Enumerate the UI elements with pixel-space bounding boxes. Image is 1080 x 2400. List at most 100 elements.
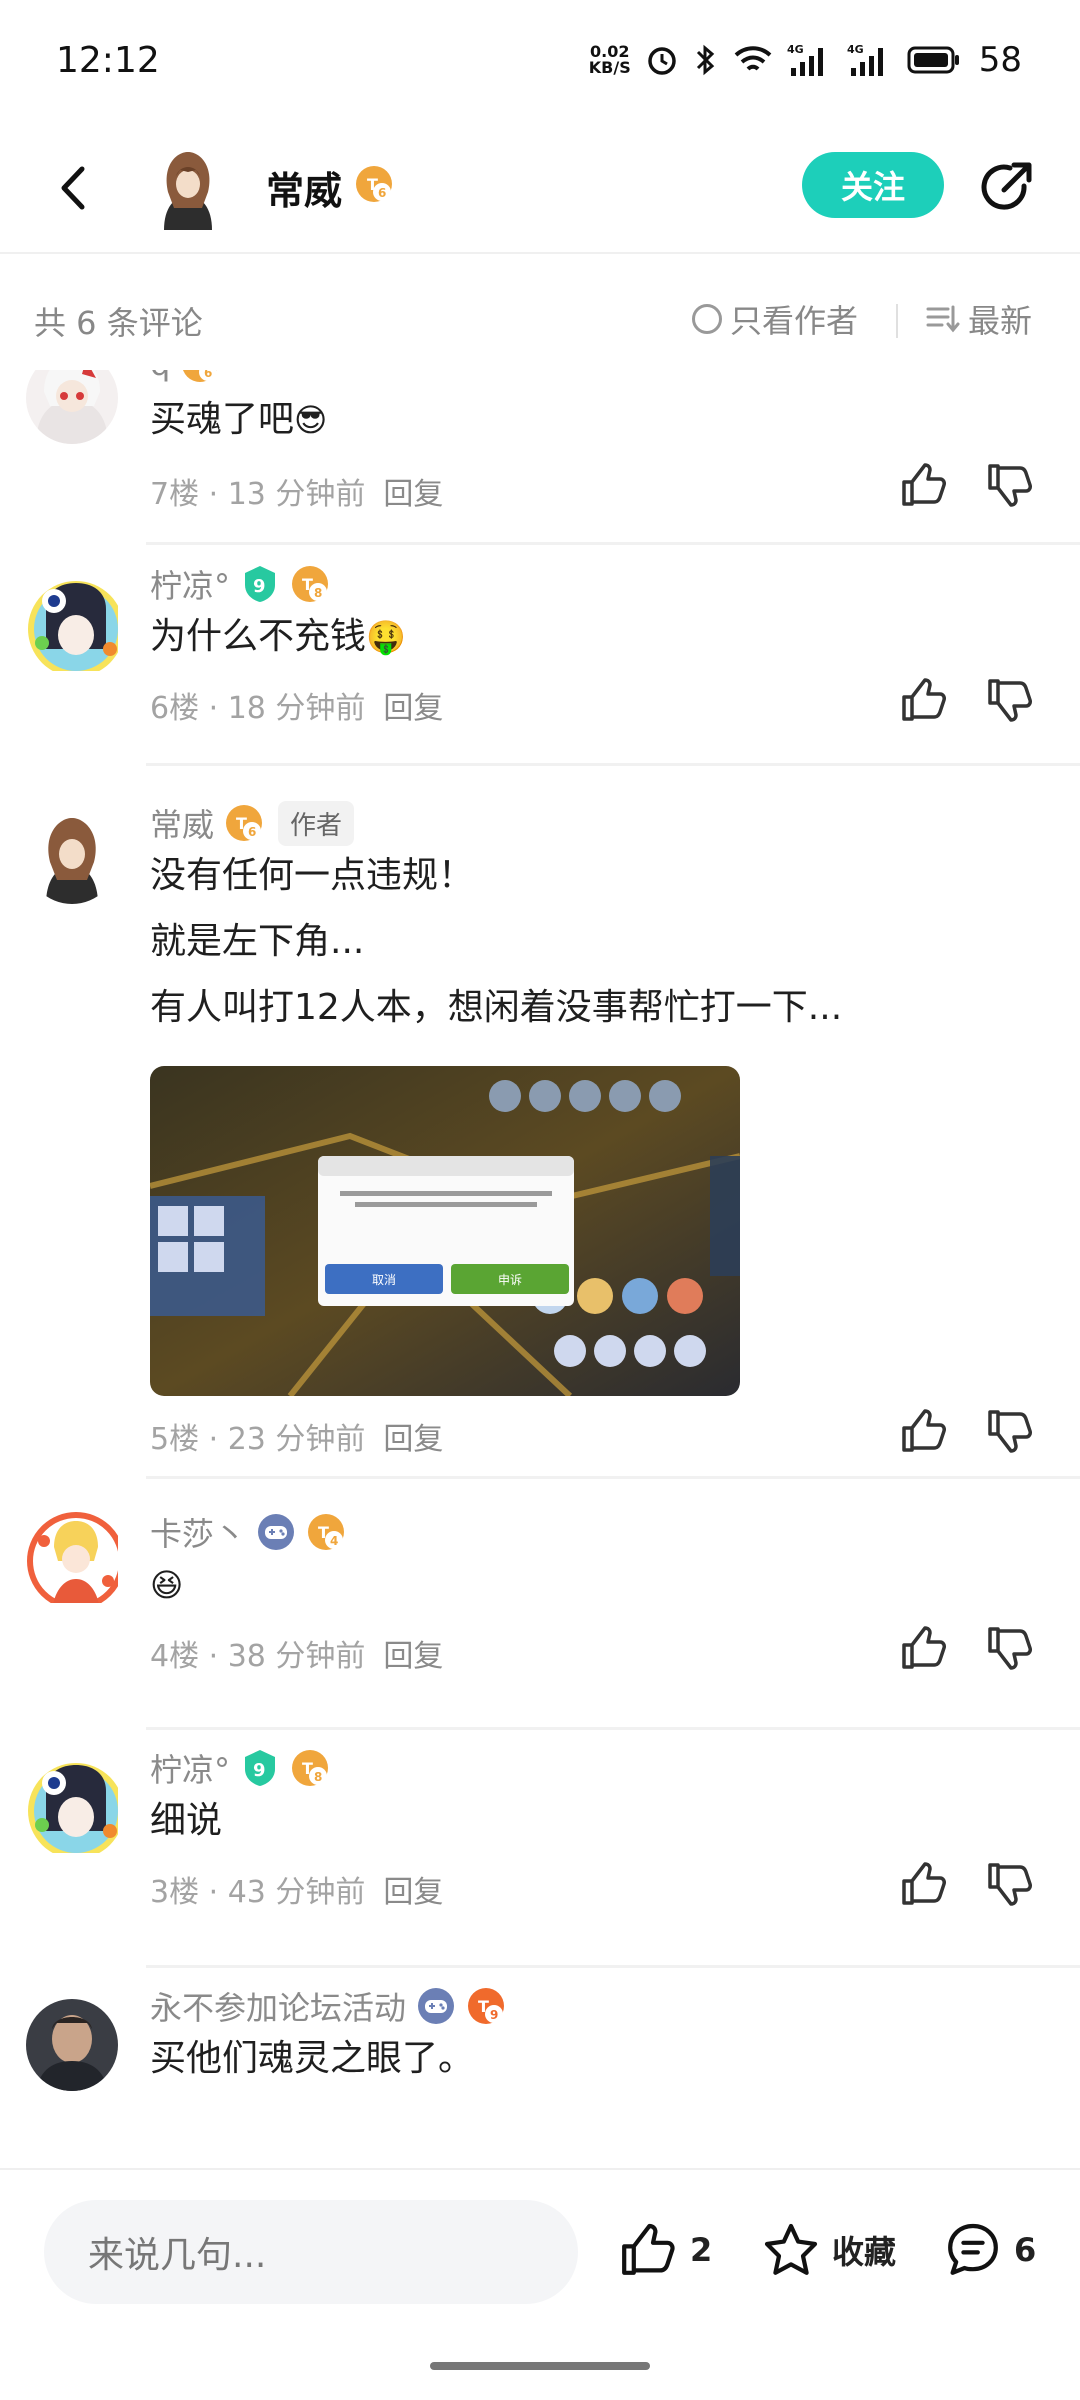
reply-button[interactable]: 回复 (383, 469, 443, 513)
favorite-label: 收藏 (832, 2233, 897, 2271)
comment-item: 常威 T 6 作者 没有任何一点违规！ 就是左下角... 有人叫打12人本，想闲… (0, 786, 1080, 1480)
avatar[interactable] (26, 1511, 118, 1603)
comment-floor-time: 5楼 · 23 分钟前 (150, 1422, 366, 1457)
thumbs-up-icon[interactable] (898, 460, 948, 510)
level-badge-icon: T 4 (308, 1514, 345, 1550)
status-bar: 12:12 0.02 KB/S 4G 4G 58 (0, 0, 1080, 120)
sort-button[interactable]: 最新 (926, 296, 1032, 342)
comment-item: 永不参加论坛活动 T 9 买他们魂灵之眼了。 (0, 1969, 1080, 2169)
level-badge-icon: T 6 (183, 370, 218, 382)
radio-icon (692, 304, 722, 334)
sort-icon (926, 305, 960, 333)
thumbs-up-icon[interactable] (898, 1859, 948, 1909)
author-only-toggle[interactable]: 只看作者 (692, 296, 858, 342)
svg-text:9: 9 (253, 1760, 266, 1781)
share-icon (981, 162, 1032, 210)
share-button[interactable] (974, 156, 1038, 220)
comment-author[interactable]: 卡莎丶 (150, 1509, 246, 1555)
comment-text-line: 就是左下角... (150, 921, 365, 962)
reply-button[interactable]: 回复 (383, 1867, 443, 1911)
svg-text:9: 9 (253, 576, 266, 597)
comment-text-line: 没有任何一点违规！ (150, 855, 475, 896)
signal-icon-2: 4G (847, 43, 883, 76)
status-icons: 0.02 KB/S 4G 4G 58 (589, 40, 1022, 80)
author-avatar[interactable] (146, 146, 230, 230)
divider (146, 542, 1080, 545)
svg-text:8: 8 (314, 586, 322, 600)
level-badge-icon: T 8 (292, 566, 329, 602)
level-badge-icon: T 6 (226, 805, 263, 841)
comment-item: 柠凉° 9 T 8 为什么不充钱🤑 6楼 · 18 分钟前 回复 (0, 547, 1080, 785)
comment-image[interactable]: 取消 申诉 (150, 1066, 740, 1396)
svg-text:取消: 取消 (372, 1273, 396, 1287)
comment-bubble-icon (948, 2223, 998, 2275)
favorite-button[interactable]: 收藏 (760, 2220, 896, 2280)
follow-button[interactable]: 关注 (802, 152, 944, 218)
comment-author[interactable]: 柠凉° (150, 561, 230, 607)
level-badge-icon: T 6 (356, 166, 392, 202)
svg-text:9: 9 (490, 2008, 498, 2022)
svg-text:申诉: 申诉 (498, 1273, 522, 1287)
comment-floor-time: 3楼 · 43 分钟前 (150, 1875, 366, 1910)
author-name[interactable]: 常威 (266, 160, 342, 215)
thumbs-up-icon[interactable] (898, 675, 948, 725)
comment-count: 共 6 条评论 (34, 304, 203, 342)
thumbs-up-icon[interactable] (898, 1623, 948, 1673)
network-speed: 0.02 KB/S (588, 42, 631, 77)
thumbs-down-icon[interactable] (984, 1623, 1034, 1673)
avatar[interactable] (26, 812, 118, 904)
reply-button[interactable]: 回复 (383, 683, 443, 727)
author-tag: 作者 (278, 800, 355, 846)
divider (146, 763, 1080, 766)
avatar[interactable] (26, 370, 118, 444)
comment-floor-time: 6楼 · 18 分钟前 (150, 691, 366, 726)
signal-icon-1: 4G (787, 43, 823, 76)
avatar[interactable] (26, 579, 118, 671)
emoji-icon: 😆 (150, 1566, 184, 1604)
comment-author[interactable]: 柠凉° (150, 1745, 230, 1791)
svg-text:4G: 4G (787, 43, 804, 56)
svg-text:4: 4 (330, 1534, 338, 1548)
comment-list[interactable]: q T 6 买魂了吧😎 7楼 · 13 分钟前 回复 (0, 370, 1080, 2170)
wifi-icon (734, 46, 772, 71)
comment-floor-time: 4楼 · 38 分钟前 (150, 1639, 366, 1674)
comment-input[interactable]: 来说几句... (44, 2200, 578, 2304)
comment-item: q T 6 买魂了吧😎 7楼 · 13 分钟前 回复 (0, 370, 1080, 545)
comment-author[interactable]: 永不参加论坛活动 (150, 1983, 406, 2029)
comment-text: 买他们魂灵之眼了。 (150, 2038, 475, 2079)
level-badge-icon: T 8 (292, 1750, 329, 1786)
comment-filter-bar: 共 6 条评论 只看作者 最新 (0, 256, 1080, 380)
status-time: 12:12 (56, 39, 160, 81)
divider (896, 304, 898, 338)
emoji-icon: 🤑 (366, 618, 406, 656)
like-button[interactable]: 2 (616, 2220, 712, 2280)
comments-button[interactable]: 6 (942, 2220, 1036, 2280)
comment-text: 买魂了吧😎 (150, 399, 328, 440)
thumbs-down-icon[interactable] (984, 675, 1034, 725)
reply-button[interactable]: 回复 (383, 1414, 443, 1458)
avatar[interactable] (26, 1761, 118, 1853)
thumbs-down-icon[interactable] (984, 1859, 1034, 1909)
home-indicator[interactable] (430, 2362, 650, 2370)
divider (146, 1727, 1080, 1730)
thumbs-up-icon[interactable] (898, 1406, 948, 1456)
chevron-left-icon (61, 166, 85, 210)
thumbs-down-icon[interactable] (984, 1406, 1034, 1456)
comment-count-bottom: 6 (1014, 2231, 1037, 2269)
verified-badge-icon: 9 (245, 1750, 276, 1786)
svg-text:6: 6 (204, 370, 212, 380)
comment-floor-time: 7楼 · 13 分钟前 (150, 477, 366, 512)
svg-text:6: 6 (378, 186, 386, 200)
thumbs-down-icon[interactable] (984, 460, 1034, 510)
reply-button[interactable]: 回复 (383, 1631, 443, 1675)
comment-text-line: 有人叫打12人本，想闲着没事帮忙打一下... (150, 987, 843, 1028)
comment-author[interactable]: 常威 (150, 800, 214, 846)
gamepad-badge-icon (418, 1988, 455, 2024)
divider (146, 1965, 1080, 1968)
avatar[interactable] (26, 1999, 118, 2091)
comment-author[interactable]: q (150, 370, 170, 383)
back-button[interactable] (44, 158, 104, 218)
emoji-icon: 😎 (294, 401, 328, 439)
bluetooth-icon (696, 44, 714, 76)
comment-text: 😆 (150, 1552, 183, 1618)
